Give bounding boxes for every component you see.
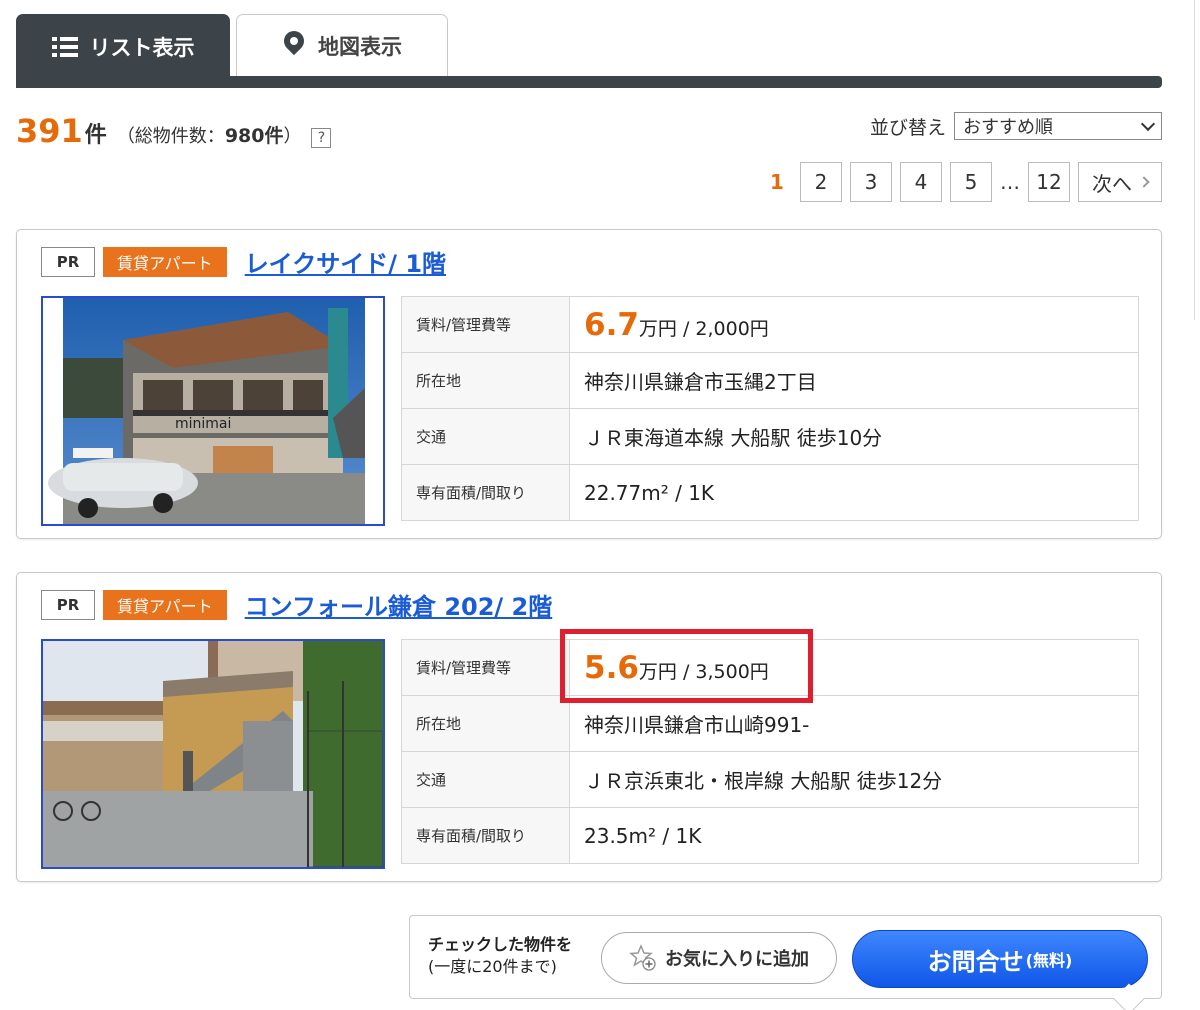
address-label: 所在地 — [401, 695, 570, 752]
bulk-action-line1: チェックした物件を — [428, 935, 573, 954]
page-link[interactable]: 2 — [800, 162, 842, 202]
rent-unit-fee: 万円 / 2,000円 — [638, 317, 769, 340]
pagination: 1 2 3 4 5 … 12 次へ — [762, 162, 1162, 202]
chevron-right-icon — [1138, 176, 1150, 188]
listing-card: PR 賃貸アパート コンフォール鎌倉 202/ 2階 賃料/管理費等 5.6万円… — [16, 572, 1162, 882]
inquiry-note: (無料) — [1025, 951, 1073, 970]
detail-row-rent: 賃料/管理費等 6.7万円 / 2,000円 — [401, 296, 1139, 353]
total-count-prefix: （総物件数： — [116, 126, 225, 147]
access-value: ＪＲ東海道本線 大船駅 徒歩10分 — [569, 408, 1139, 465]
listing-card: PR 賃貸アパート レイクサイド/ 1階 minimai 賃料/管理費等 6.7… — [16, 229, 1162, 539]
chevron-down-icon — [1140, 116, 1156, 131]
inquiry-button[interactable]: お問合せ (無料) — [852, 930, 1148, 988]
detail-row-address: 所在地 神奈川県鎌倉市玉縄2丁目 — [401, 352, 1139, 409]
page-link-last[interactable]: 12 — [1028, 162, 1070, 202]
detail-row-access: 交通 ＪＲ東海道本線 大船駅 徒歩10分 — [401, 408, 1139, 465]
sort-selected-value: おすすめ順 — [963, 117, 1053, 138]
address-value: 神奈川県鎌倉市山崎991- — [569, 695, 1139, 752]
rent-amount: 5.6 — [584, 649, 639, 686]
rent-unit-fee: 万円 / 3,500円 — [638, 660, 769, 683]
apartment-photo-2 — [43, 641, 383, 867]
detail-row-rent: 賃料/管理費等 5.6万円 / 3,500円 — [401, 639, 1139, 696]
scrollbar-edge — [1194, 0, 1200, 320]
access-label: 交通 — [401, 751, 570, 808]
access-label: 交通 — [401, 408, 570, 465]
total-count-suffix: ） — [283, 126, 302, 147]
list-icon — [51, 36, 78, 58]
pr-badge: PR — [41, 246, 95, 277]
total-count-value: 980件 — [224, 125, 284, 147]
inquiry-label: お問合せ — [927, 947, 1024, 976]
tab-map-view[interactable]: 地図表示 — [236, 14, 448, 76]
total-count: （総物件数：980件） — [117, 121, 302, 148]
sort-control: 並び替え おすすめ順 — [870, 112, 1162, 140]
building-sign: minimai — [175, 416, 231, 432]
area-value: 22.77m² / 1K — [569, 464, 1139, 521]
access-value: ＪＲ京浜東北・根岸線 大船駅 徒歩12分 — [569, 751, 1139, 808]
listing-title-link[interactable]: コンフォール鎌倉 202/ 2階 — [245, 587, 553, 622]
listing-photo[interactable]: minimai — [41, 296, 385, 526]
address-label: 所在地 — [401, 352, 570, 409]
area-label: 専有面積/間取り — [401, 807, 570, 864]
next-page-label: 次へ — [1092, 171, 1132, 196]
area-value: 23.5m² / 1K — [569, 807, 1139, 864]
tab-list-label: リスト表示 — [89, 36, 195, 60]
result-count-unit: 件 — [84, 123, 107, 148]
listing-title-link[interactable]: レイクサイド/ 1階 — [245, 244, 446, 279]
help-icon[interactable]: ? — [311, 128, 332, 148]
tab-map-label: 地図表示 — [318, 34, 402, 59]
tab-bar — [16, 76, 1162, 88]
rent-amount: 6.7 — [584, 306, 639, 343]
listing-photo[interactable] — [41, 639, 385, 869]
rent-value: 5.6万円 / 3,500円 — [569, 639, 1139, 696]
result-count: 391 件 （総物件数：980件） ? — [16, 112, 332, 150]
apartment-photo-1: minimai — [43, 298, 383, 524]
detail-row-area: 専有面積/間取り 22.77m² / 1K — [401, 464, 1139, 521]
listing-details: 賃料/管理費等 5.6万円 / 3,500円 所在地 神奈川県鎌倉市山崎991-… — [401, 639, 1139, 864]
listing-header: PR 賃貸アパート コンフォール鎌倉 202/ 2階 — [41, 587, 552, 622]
detail-row-address: 所在地 神奈川県鎌倉市山崎991- — [401, 695, 1139, 752]
page-link[interactable]: 3 — [850, 162, 892, 202]
address-value: 神奈川県鎌倉市玉縄2丁目 — [569, 352, 1139, 409]
rent-label: 賃料/管理費等 — [401, 639, 570, 696]
property-type-badge: 賃貸アパート — [103, 589, 227, 620]
detail-row-access: 交通 ＪＲ京浜東北・根岸線 大船駅 徒歩12分 — [401, 751, 1139, 808]
star-plus-icon — [629, 944, 656, 971]
listing-header: PR 賃貸アパート レイクサイド/ 1階 — [41, 244, 446, 279]
property-type-badge: 賃貸アパート — [103, 246, 227, 277]
sort-select[interactable]: おすすめ順 — [954, 112, 1162, 140]
map-pin-icon — [282, 31, 306, 61]
page-ellipsis: … — [1000, 162, 1020, 202]
result-count-number: 391 — [16, 112, 83, 150]
bulk-action-bar: チェックした物件を (一度に20件まで) お気に入りに追加 お問合せ (無料) — [409, 915, 1162, 1010]
add-favorite-button[interactable]: お気に入りに追加 — [601, 932, 837, 984]
rent-value: 6.7万円 / 2,000円 — [569, 296, 1139, 353]
tab-list-view[interactable]: リスト表示 — [16, 14, 230, 80]
page-current: 1 — [762, 162, 792, 202]
detail-row-area: 専有面積/間取り 23.5m² / 1K — [401, 807, 1139, 864]
page-link[interactable]: 4 — [900, 162, 942, 202]
bulk-action-text: チェックした物件を (一度に20件まで) — [428, 934, 572, 978]
view-tabs: リスト表示 地図表示 — [16, 14, 1162, 88]
sort-label: 並び替え — [869, 116, 946, 139]
add-favorite-label: お気に入りに追加 — [665, 949, 809, 970]
bulk-action-line2: (一度に20件まで) — [428, 957, 557, 976]
rent-label: 賃料/管理費等 — [401, 296, 570, 353]
pr-badge: PR — [41, 589, 95, 620]
search-results-page: リスト表示 地図表示 391 件 （総物件数：980件） ? 並び替え おすすめ… — [0, 0, 1200, 1010]
area-label: 専有面積/間取り — [401, 464, 570, 521]
page-link[interactable]: 5 — [950, 162, 992, 202]
next-page-button[interactable]: 次へ — [1078, 162, 1162, 202]
listing-details: 賃料/管理費等 6.7万円 / 2,000円 所在地 神奈川県鎌倉市玉縄2丁目 … — [401, 296, 1139, 521]
